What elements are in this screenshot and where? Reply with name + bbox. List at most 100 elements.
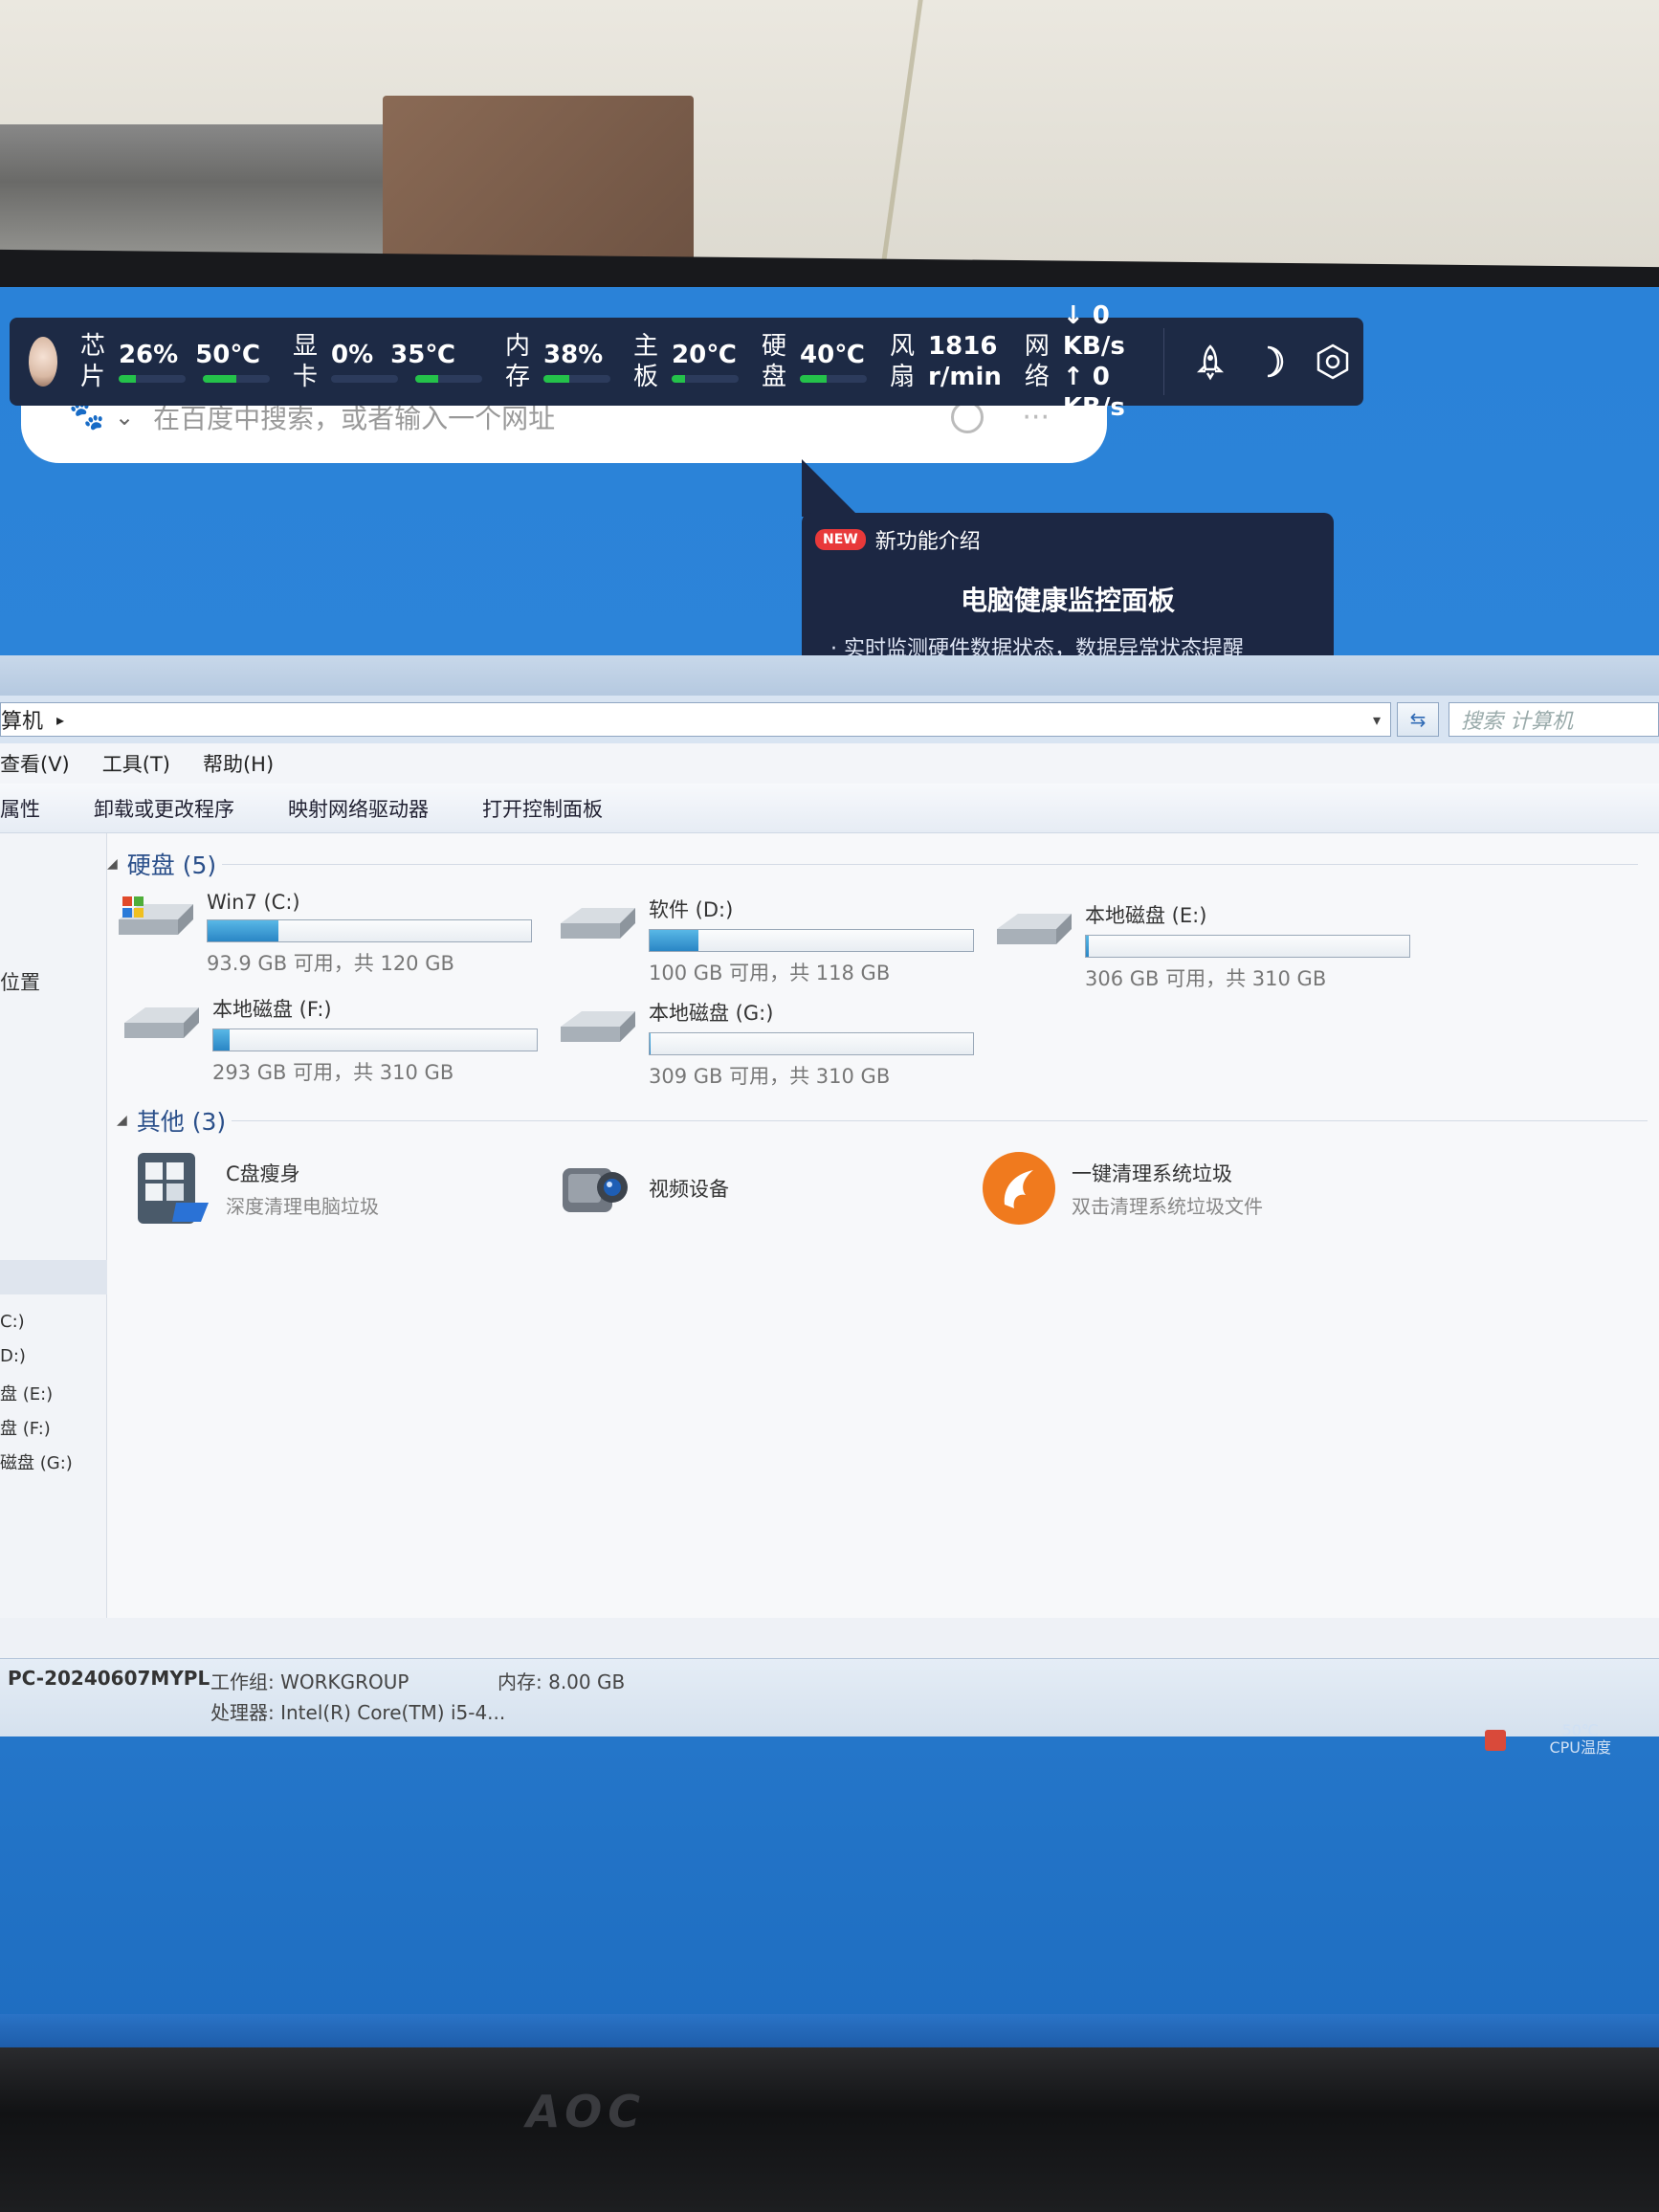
- command-bar: 属性 卸载或更改程序 映射网络驱动器 打开控制面板: [0, 784, 1659, 833]
- cpu-usage-bar: [118, 375, 186, 383]
- pc-name: PC-20240607MYPL: [8, 1667, 210, 1690]
- search-icon[interactable]: [951, 401, 984, 433]
- clean-flame-icon: [980, 1149, 1058, 1228]
- group-header-hard-disks[interactable]: ◢ 硬盘 (5): [107, 847, 216, 881]
- address-row: 算机 ▸ ▾ ⇆ 搜索 计算机: [0, 696, 1659, 743]
- fan-speed: 1816: [928, 332, 998, 361]
- group-header-others[interactable]: ◢ 其他 (3): [117, 1103, 226, 1138]
- drive-d-free: 100 GB 可用，共 118 GB: [649, 962, 891, 984]
- drive-g[interactable]: 本地磁盘 (G:) 309 GB 可用，共 310 GB: [557, 998, 974, 1090]
- disk-label-bottom: 盘: [762, 363, 787, 391]
- monitor-board: 主 板 20℃: [633, 331, 740, 392]
- cmd-properties[interactable]: 属性: [0, 794, 40, 823]
- hard-drive-icon: [557, 998, 639, 1051]
- board-temp-bar: [672, 375, 740, 383]
- nav-selected-row[interactable]: [0, 1260, 107, 1294]
- drive-f-usage-bar: [212, 1029, 538, 1051]
- board-label-bottom: 板: [633, 363, 659, 391]
- drive-c-name: Win7 (C:): [207, 891, 300, 914]
- gpu-label-top: 显: [292, 332, 318, 361]
- drive-d[interactable]: 软件 (D:) 100 GB 可用，共 118 GB: [557, 895, 974, 986]
- menu-view[interactable]: 查看(V): [0, 749, 70, 778]
- mem-usage: 38%: [543, 341, 604, 369]
- workgroup: 工作组: WORKGROUP: [210, 1670, 409, 1693]
- menu-tools[interactable]: 工具(T): [102, 749, 170, 778]
- collapse-triangle-icon[interactable]: ◢: [117, 1113, 127, 1128]
- refresh-button[interactable]: ⇆: [1397, 702, 1439, 737]
- drive-e-name: 本地磁盘 (E:): [1085, 904, 1207, 927]
- monitor-disk: 硬 盘 40℃: [762, 331, 868, 392]
- group-divider: [222, 864, 1638, 865]
- video-camera-icon: [557, 1149, 635, 1228]
- nav-drive-g[interactable]: 磁盘 (G:): [0, 1449, 73, 1474]
- nav-drive-e[interactable]: 盘 (E:): [0, 1381, 53, 1405]
- drive-f[interactable]: 本地磁盘 (F:) 293 GB 可用，共 310 GB: [121, 994, 538, 1086]
- net-upload: ↑ 0 KB/s: [1062, 363, 1125, 422]
- tray-temp-label: CPU温度: [1549, 1738, 1611, 1757]
- drive-c[interactable]: Win7 (C:) 93.9 GB 可用，共 120 GB: [115, 891, 532, 977]
- collapse-triangle-icon[interactable]: ◢: [107, 856, 118, 872]
- cmd-map-drive[interactable]: 映射网络驱动器: [288, 794, 429, 823]
- drive-c-usage-bar: [207, 919, 532, 942]
- drive-e[interactable]: 本地磁盘 (E:) 306 GB 可用，共 310 GB: [993, 900, 1410, 992]
- group-divider: [232, 1120, 1648, 1121]
- menu-help[interactable]: 帮助(H): [203, 749, 274, 778]
- video-device-name: 视频设备: [649, 1178, 729, 1201]
- fan-unit: r/min: [928, 363, 1002, 391]
- drive-d-usage-bar: [649, 929, 974, 952]
- shelf-background: [0, 124, 402, 268]
- rocket-icon[interactable]: [1191, 339, 1229, 385]
- tray-cpu-temp[interactable]: 50℃ CPU温度: [1549, 1722, 1611, 1757]
- hardware-monitor-bar: 芯 片 26% 50℃ 显 卡 0% 35℃ 内 存 38% 主 板 20℃ 硬…: [10, 301, 1363, 422]
- chevron-down-icon[interactable]: ⌄: [115, 404, 134, 431]
- other-c-slim[interactable]: C盘瘦身 深度清理电脑垃圾: [134, 1149, 379, 1228]
- breadcrumb-arrow-icon[interactable]: ▸: [56, 711, 64, 729]
- nav-location[interactable]: 位置: [0, 967, 40, 996]
- mascot-avatar-icon[interactable]: [29, 337, 57, 387]
- content-pane: ◢ 硬盘 (5) Win7 (C:) 93.9 GB 可用，共 120 GB 软…: [107, 833, 1659, 1618]
- drive-e-usage-bar: [1085, 935, 1410, 958]
- nav-drive-f[interactable]: 盘 (F:): [0, 1415, 51, 1440]
- disk-temp-bar: [800, 375, 868, 383]
- hard-drive-icon: [121, 994, 203, 1048]
- taskbar[interactable]: [0, 2014, 1659, 2052]
- cmd-uninstall[interactable]: 卸载或更改程序: [94, 794, 234, 823]
- cmd-control-panel[interactable]: 打开控制面板: [482, 794, 603, 823]
- monitor-bezel-bottom: [0, 2047, 1659, 2212]
- settings-hex-icon[interactable]: [1314, 339, 1352, 385]
- screen: 🐾 ⌄ 在百度中搜索，或者输入一个网址 ··· 芯 片 26% 50℃ 显 卡 …: [0, 287, 1659, 2052]
- nav-drive-c[interactable]: C:): [0, 1312, 25, 1332]
- cpu-temp-bar: [202, 375, 270, 383]
- clean-junk-sub: 双击清理系统垃圾文件: [1072, 1194, 1263, 1218]
- explorer-search-input[interactable]: 搜索 计算机: [1449, 702, 1659, 737]
- other-clean-junk[interactable]: 一键清理系统垃圾 双击清理系统垃圾文件: [980, 1149, 1263, 1228]
- board-temp: 20℃: [672, 341, 737, 369]
- moon-icon[interactable]: [1252, 339, 1291, 385]
- nav-drive-d[interactable]: D:): [0, 1346, 26, 1366]
- memory-info: 内存: 8.00 GB: [498, 1670, 626, 1693]
- net-label-bottom: 络: [1024, 363, 1050, 391]
- window-titlebar[interactable]: [0, 655, 1659, 696]
- cpu-label-top: 芯: [79, 332, 105, 361]
- c-slim-icon: [134, 1149, 212, 1228]
- fan-label-bottom: 扇: [890, 363, 916, 391]
- net-download: ↓ 0 KB/s: [1062, 301, 1125, 361]
- breadcrumb[interactable]: 算机 ▸ ▾: [0, 702, 1391, 737]
- details-pane: PC-20240607MYPL 工作组: WORKGROUP 内存: 8.00 …: [0, 1658, 1659, 1736]
- monitor-network: 网 络 ↓ 0 KB/s ↑ 0 KB/s: [1025, 300, 1125, 423]
- monitor-memory: 内 存 38%: [505, 331, 610, 392]
- new-badge: NEW: [815, 529, 866, 550]
- menu-bar: 查看(V) 工具(T) 帮助(H): [0, 743, 1659, 784]
- tray-app-icon[interactable]: [1485, 1730, 1506, 1751]
- breadcrumb-computer[interactable]: 算机: [1, 704, 43, 735]
- disk-label-top: 硬: [762, 332, 787, 361]
- divider: [1162, 328, 1164, 395]
- gpu-temp-bar: [414, 375, 482, 383]
- drive-f-name: 本地磁盘 (F:): [212, 998, 332, 1021]
- address-dropdown-icon[interactable]: ▾: [1373, 711, 1381, 729]
- other-video-device[interactable]: 视频设备: [557, 1149, 729, 1228]
- net-label-top: 网: [1024, 332, 1050, 361]
- hard-disks-label: 硬盘 (5): [126, 852, 217, 879]
- board-label-top: 主: [633, 332, 659, 361]
- aoc-logo: AOC: [526, 2086, 647, 2137]
